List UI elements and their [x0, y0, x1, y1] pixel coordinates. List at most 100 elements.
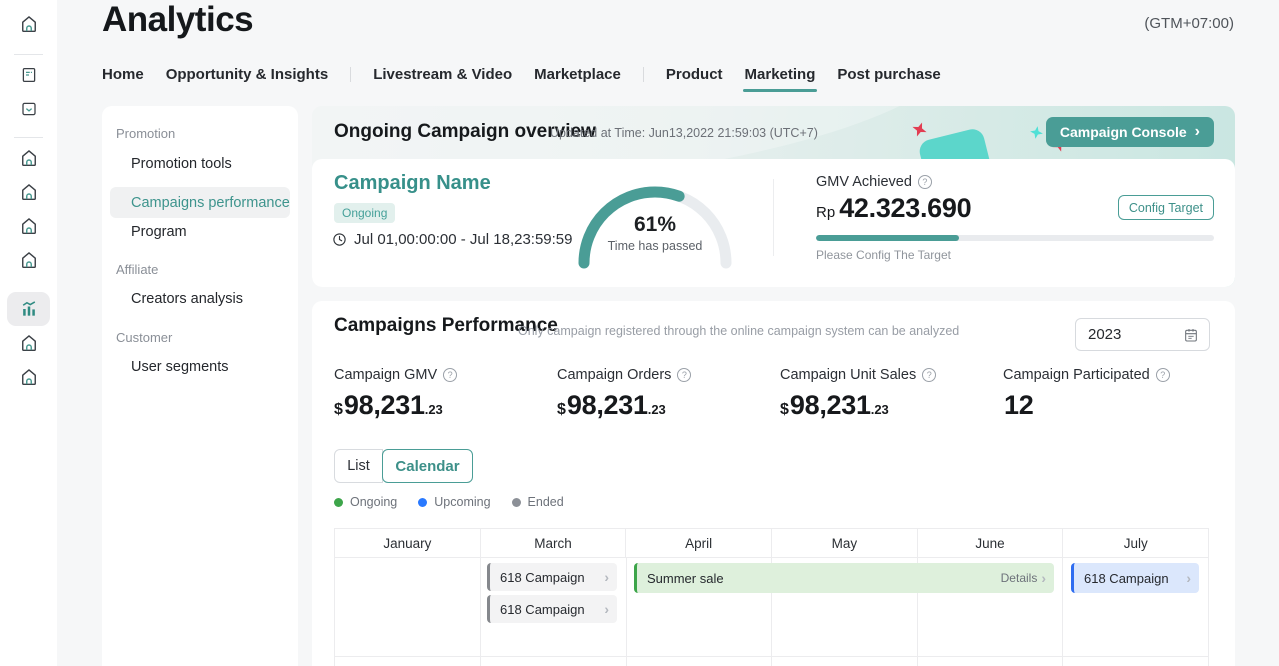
legend-ongoing: Ongoing [334, 495, 397, 509]
sidebar-item-program[interactable]: Program [131, 224, 187, 240]
tab-bar: Home Opportunity & Insights Livestream &… [102, 61, 963, 87]
home-icon[interactable] [17, 146, 41, 170]
tab-opportunity-insights[interactable]: Opportunity & Insights [166, 66, 329, 83]
campaign-name-link[interactable]: Campaign Name [334, 172, 491, 195]
chevron-right-icon [1186, 570, 1191, 586]
month-header: March [481, 529, 627, 557]
calendar-header-row: January March April May June July [335, 529, 1208, 558]
ended-dot-icon [512, 498, 521, 507]
home-icon[interactable] [17, 214, 41, 238]
calendar-row: 618 Campaign 618 Campaign Summer sale De… [335, 558, 1208, 657]
tab-product[interactable]: Product [666, 66, 723, 83]
home-icon[interactable] [17, 331, 41, 355]
help-icon[interactable] [918, 175, 932, 189]
rail-divider [14, 54, 43, 55]
status-badge: Ongoing [334, 203, 395, 223]
metric-value: 98,231 [344, 390, 425, 421]
upcoming-dot-icon [418, 498, 427, 507]
gauge-caption: Time has passed [570, 239, 740, 253]
page-title: Analytics [102, 0, 253, 40]
event-618-campaign[interactable]: 618 Campaign [1071, 563, 1199, 593]
timezone-label: (GTM+07:00) [1144, 15, 1234, 32]
metric-label: Campaign GMV [334, 367, 437, 383]
metric-label: Campaign Unit Sales [780, 367, 916, 383]
metric-decimals: .23 [871, 402, 889, 417]
analytics-chart-icon[interactable] [7, 292, 50, 326]
event-label: 618 Campaign [500, 570, 585, 585]
document-icon[interactable] [17, 63, 41, 87]
metric-decimals: .23 [425, 402, 443, 417]
home-icon[interactable] [17, 12, 41, 36]
config-target-button[interactable]: Config Target [1118, 195, 1214, 220]
calendar-row [335, 657, 1208, 666]
metric-value: 98,231 [790, 390, 871, 421]
event-618-campaign[interactable]: 618 Campaign [487, 595, 617, 623]
tab-home[interactable]: Home [102, 66, 144, 83]
gmv-progress-bar [816, 235, 1214, 241]
sidebar-item-promotion-tools[interactable]: Promotion tools [131, 156, 232, 172]
sidebar-item-user-segments[interactable]: User segments [131, 359, 229, 375]
ongoing-dot-icon [334, 498, 343, 507]
event-618-campaign[interactable]: 618 Campaign [487, 563, 617, 591]
home-icon[interactable] [17, 365, 41, 389]
campaign-calendar: January March April May June July 618 Ca… [334, 528, 1209, 666]
campaign-overview-card: Campaign Name Ongoing Jul 01,00:00:00 - … [312, 159, 1235, 287]
legend-label: Upcoming [434, 495, 490, 509]
year-picker[interactable]: 2023 [1075, 318, 1210, 351]
tab-post-purchase[interactable]: Post purchase [837, 66, 940, 83]
event-label: Summer sale [647, 571, 724, 586]
metric-prefix: $ [780, 401, 789, 419]
chevron-right-icon [604, 569, 609, 585]
inbox-icon[interactable] [17, 97, 41, 121]
month-header: May [772, 529, 918, 557]
metric-campaign-gmv: Campaign GMV $98,231.23 [334, 367, 457, 421]
home-icon[interactable] [17, 180, 41, 204]
metric-campaign-orders: Campaign Orders $98,231.23 [557, 367, 691, 421]
metric-label: Campaign Orders [557, 367, 671, 383]
icon-rail [0, 0, 57, 666]
month-header: July [1063, 529, 1208, 557]
grid-line [626, 558, 627, 656]
calendar-view-button[interactable]: Calendar [382, 449, 473, 483]
campaign-date-range: Jul 01,00:00:00 - Jul 18,23:59:59 [332, 231, 573, 248]
help-icon[interactable] [677, 368, 691, 382]
tab-marketing[interactable]: Marketing [745, 66, 816, 83]
grid-line [1062, 558, 1063, 656]
campaigns-performance-card: Campaigns Performance Only campaign regi… [312, 301, 1235, 666]
details-link[interactable]: Details [1001, 570, 1046, 586]
event-label: 618 Campaign [500, 602, 585, 617]
help-icon[interactable] [922, 368, 936, 382]
help-icon[interactable] [443, 368, 457, 382]
legend-upcoming: Upcoming [418, 495, 490, 509]
month-header: June [918, 529, 1064, 557]
campaign-console-button[interactable]: Campaign Console [1046, 117, 1214, 147]
date-range-text: Jul 01,00:00:00 - Jul 18,23:59:59 [354, 231, 573, 248]
chevron-right-icon [1195, 124, 1200, 140]
gmv-achieved-label: GMV Achieved [816, 174, 912, 190]
list-view-button[interactable]: List [334, 449, 383, 483]
home-icon[interactable] [17, 248, 41, 272]
metric-prefix: $ [334, 401, 343, 419]
grid-line [771, 657, 772, 666]
grid-line [626, 657, 627, 666]
event-summer-sale[interactable]: Summer sale Details [634, 563, 1054, 593]
time-passed-gauge: 61% Time has passed [570, 175, 740, 275]
year-value: 2023 [1088, 326, 1121, 343]
metric-prefix: $ [557, 401, 566, 419]
metric-value: 12 [1004, 390, 1033, 421]
metric-decimals: .23 [648, 402, 666, 417]
campaign-console-label: Campaign Console [1060, 124, 1187, 140]
sidebar-item-campaigns-performance[interactable]: Campaigns performance [110, 187, 290, 218]
legend-label: Ended [528, 495, 564, 509]
sidebar-section-affiliate: Affiliate [116, 262, 158, 277]
ongoing-campaign-overview-banner: Ongoing Campaign overview Updated at Tim… [312, 106, 1235, 287]
tab-marketplace[interactable]: Marketplace [534, 66, 621, 83]
grid-line [917, 657, 918, 666]
help-icon[interactable] [1156, 368, 1170, 382]
month-header: January [335, 529, 481, 557]
event-label: 618 Campaign [1084, 571, 1169, 586]
legend-label: Ongoing [350, 495, 397, 509]
sidebar-item-creators-analysis[interactable]: Creators analysis [131, 291, 243, 307]
tab-livestream-video[interactable]: Livestream & Video [373, 66, 512, 83]
sidebar: Promotion Promotion tools Campaigns perf… [102, 106, 298, 666]
